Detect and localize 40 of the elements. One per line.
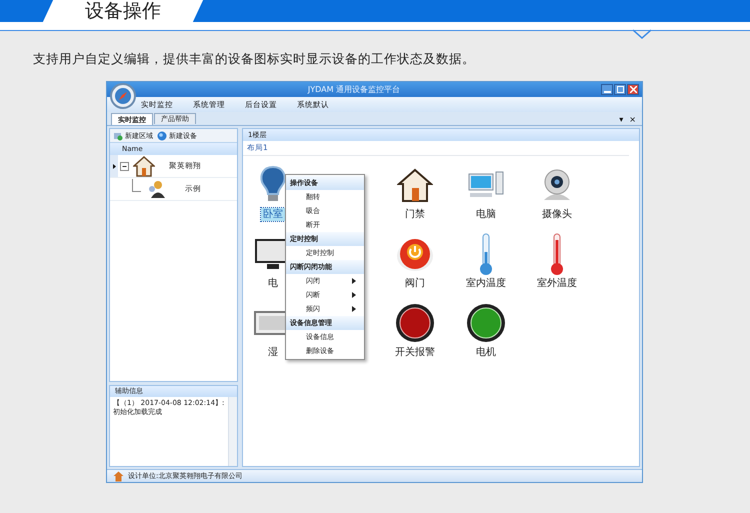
scrollbar[interactable] xyxy=(228,397,237,466)
collapse-toggle[interactable] xyxy=(120,162,129,170)
globe-icon xyxy=(157,130,167,140)
minimize-button[interactable] xyxy=(601,84,613,95)
close-button[interactable] xyxy=(627,84,639,95)
close-button[interactable]: × xyxy=(627,114,638,125)
house-icon[interactable] xyxy=(397,167,433,203)
tree-connector xyxy=(132,178,141,192)
power-button-icon[interactable] xyxy=(395,236,435,272)
description-text: 支持用户自定义编辑，提供丰富的设备图标实时显示设备的工作状态及数据。 xyxy=(33,51,476,68)
compass-logo-icon xyxy=(110,83,136,109)
thermometer-icon[interactable] xyxy=(478,232,494,276)
computer-icon[interactable] xyxy=(467,170,505,200)
dropdown-button[interactable]: ▾ xyxy=(617,114,626,125)
device-label[interactable]: 湿 xyxy=(266,346,280,359)
device-label[interactable]: 摄像头 xyxy=(540,208,574,221)
submenu-arrow-icon xyxy=(352,306,356,312)
device-label[interactable]: 阀门 xyxy=(403,277,427,290)
window-title: JYDAM 通用设备监控平台 xyxy=(306,84,402,95)
section-title: 设备操作 xyxy=(85,0,161,22)
device-label[interactable]: 室内温度 xyxy=(464,277,508,290)
device-label[interactable]: 电机 xyxy=(474,346,498,359)
device-label[interactable]: 室外温度 xyxy=(535,277,579,290)
submenu-arrow-icon xyxy=(352,292,356,298)
submenu-arrow-icon xyxy=(352,278,356,284)
home-icon xyxy=(113,470,124,482)
device-label[interactable]: 开关报警 xyxy=(393,346,437,359)
maximize-icon xyxy=(616,86,624,93)
alarm-button-icon[interactable] xyxy=(395,303,435,343)
maximize-button[interactable] xyxy=(614,84,626,95)
close-icon xyxy=(630,86,636,93)
device-label[interactable]: 电 xyxy=(266,277,280,290)
house-icon xyxy=(133,155,157,177)
thermometer-icon[interactable] xyxy=(549,232,565,276)
row-pointer-icon xyxy=(110,155,118,177)
device-label[interactable]: 门禁 xyxy=(403,208,427,221)
device-label[interactable]: 电脑 xyxy=(474,208,498,221)
add-area-icon xyxy=(113,130,123,140)
motor-button-icon[interactable] xyxy=(466,303,506,343)
device-label[interactable]: 卧室 xyxy=(261,208,285,221)
